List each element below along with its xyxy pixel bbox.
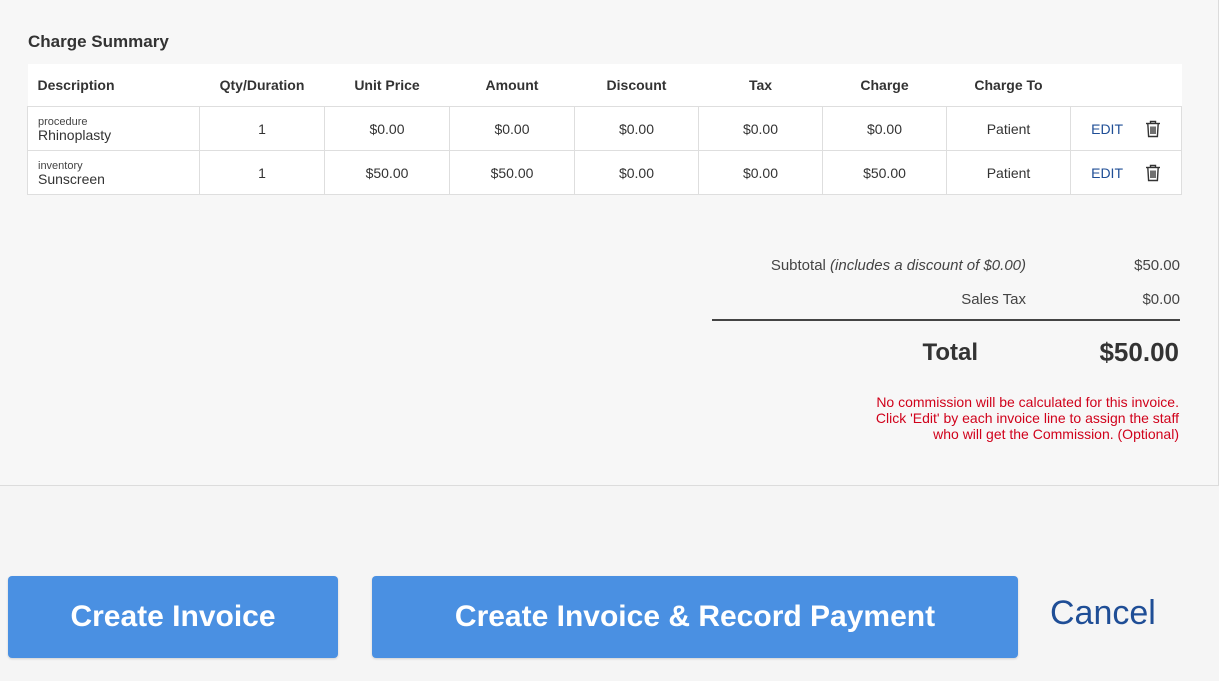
description-cell: inventory Sunscreen [27, 150, 200, 195]
amount-cell: $50.00 [449, 150, 575, 195]
charge-to-cell: Patient [946, 150, 1071, 195]
subtotal-row: Subtotal (includes a discount of $0.00) … [712, 252, 1180, 286]
charge-summary-table: Description Qty/Duration Unit Price Amou… [27, 64, 1182, 195]
subtotal-label-text: Subtotal [770, 257, 826, 274]
column-header-amount: Amount [449, 64, 575, 107]
totals-divider [712, 319, 1180, 321]
charge-to-cell: Patient [946, 106, 1071, 151]
item-name: Sunscreen [38, 171, 105, 187]
total-label: Total [922, 339, 978, 366]
charge-summary-panel: Charge Summary Description Qty/Duration … [0, 0, 1219, 486]
unit-price-cell: $0.00 [324, 106, 450, 151]
charge-summary-title: Charge Summary [28, 32, 169, 51]
column-header-tax: Tax [698, 64, 823, 107]
sales-tax-row: Sales Tax $0.00 [712, 286, 1180, 320]
column-header-actions [1070, 64, 1182, 107]
column-header-discount: Discount [574, 64, 699, 107]
sales-tax-label: Sales Tax [961, 291, 1026, 308]
column-header-charge: Charge [822, 64, 947, 107]
subtotal-value: $50.00 [1134, 257, 1180, 274]
column-header-description: Description [27, 64, 200, 107]
charge-cell: $50.00 [822, 150, 947, 195]
actions-cell: EDIT [1070, 106, 1182, 151]
edit-button[interactable]: EDIT [1091, 121, 1123, 137]
edit-button[interactable]: EDIT [1091, 165, 1123, 181]
create-invoice-button[interactable]: Create Invoice [8, 576, 338, 658]
trash-icon[interactable] [1145, 164, 1161, 182]
commission-notice-line: who will get the Commission. (Optional) [933, 426, 1179, 442]
actions-cell: EDIT [1070, 150, 1182, 195]
trash-icon[interactable] [1145, 120, 1161, 138]
tax-cell: $0.00 [698, 150, 823, 195]
tax-cell: $0.00 [698, 106, 823, 151]
commission-notice: No commission will be calculated for thi… [759, 394, 1179, 442]
totals-section: Subtotal (includes a discount of $0.00) … [712, 252, 1180, 320]
commission-notice-line: Click 'Edit' by each invoice line to ass… [875, 410, 1179, 426]
table-row: inventory Sunscreen 1 $50.00 $50.00 $0.0… [27, 150, 1182, 195]
subtotal-discount-note: (includes a discount of $0.00) [830, 257, 1026, 274]
table-row: procedure Rhinoplasty 1 $0.00 $0.00 $0.0… [27, 106, 1182, 151]
subtotal-label: Subtotal (includes a discount of $0.00) [771, 257, 1026, 274]
commission-notice-line: No commission will be calculated for thi… [876, 394, 1179, 410]
discount-cell: $0.00 [574, 150, 699, 195]
discount-cell: $0.00 [574, 106, 699, 151]
cancel-link[interactable]: Cancel [1050, 594, 1156, 633]
amount-cell: $0.00 [449, 106, 575, 151]
column-header-qty: Qty/Duration [199, 64, 325, 107]
table-header-row: Description Qty/Duration Unit Price Amou… [27, 64, 1182, 107]
qty-cell: 1 [199, 106, 325, 151]
total-value: $50.00 [1099, 337, 1179, 367]
item-name: Rhinoplasty [38, 127, 112, 143]
sales-tax-value: $0.00 [1142, 291, 1180, 308]
create-invoice-record-payment-button[interactable]: Create Invoice & Record Payment [372, 576, 1018, 658]
qty-cell: 1 [199, 150, 325, 195]
column-header-charge-to: Charge To [946, 64, 1071, 107]
unit-price-cell: $50.00 [324, 150, 450, 195]
description-cell: procedure Rhinoplasty [27, 106, 200, 151]
column-header-unit-price: Unit Price [324, 64, 450, 107]
charge-cell: $0.00 [822, 106, 947, 151]
